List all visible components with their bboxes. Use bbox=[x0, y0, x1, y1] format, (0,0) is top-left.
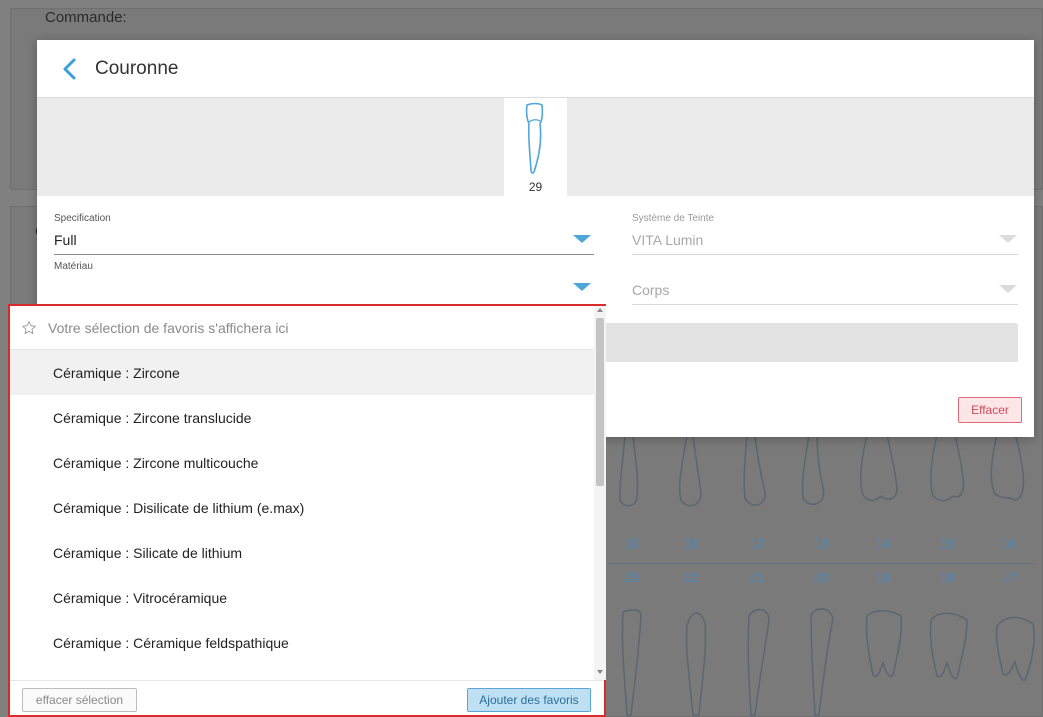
favorites-row: Votre sélection de favoris s'affichera i… bbox=[10, 306, 594, 350]
list-item[interactable]: Céramique : Vitrocéramique bbox=[10, 575, 594, 620]
tooth-number-label[interactable]: 20 bbox=[806, 570, 836, 585]
clear-button[interactable]: Effacer bbox=[958, 397, 1022, 423]
tooth-number-label[interactable]: 19 bbox=[868, 570, 898, 585]
scroll-thumb[interactable] bbox=[596, 318, 604, 486]
list-item[interactable]: Céramique : Zircone translucide bbox=[10, 395, 594, 440]
scrollbar[interactable] bbox=[594, 306, 606, 680]
tooth-number: 29 bbox=[528, 180, 543, 194]
list-item[interactable]: Céramique : Silicate de lithium bbox=[10, 530, 594, 575]
shade-system-chevron-down-icon[interactable] bbox=[999, 235, 1017, 243]
shade-system-underline bbox=[632, 254, 1018, 255]
scroll-up-icon[interactable] bbox=[597, 308, 603, 312]
material-dropdown: Votre sélection de favoris s'affichera i… bbox=[8, 304, 606, 717]
body-field[interactable]: Corps bbox=[632, 282, 669, 298]
star-icon[interactable] bbox=[14, 320, 44, 336]
specification-label: Specification bbox=[54, 213, 111, 224]
favorites-placeholder: Votre sélection de favoris s'affichera i… bbox=[48, 319, 289, 336]
scroll-down-icon[interactable] bbox=[597, 670, 603, 674]
notes-bar[interactable] bbox=[603, 323, 1018, 362]
tooth-number-label[interactable]: 13 bbox=[806, 536, 836, 551]
tooth-number-label[interactable]: 17 bbox=[994, 570, 1024, 585]
chart-divider bbox=[608, 563, 1034, 564]
specification-chevron-down-icon[interactable] bbox=[573, 235, 591, 243]
material-label: Matériau bbox=[54, 261, 93, 272]
selected-tooth[interactable]: 29 bbox=[504, 98, 567, 196]
shade-system-value[interactable]: VITA Lumin bbox=[632, 232, 703, 248]
body-underline bbox=[632, 304, 1018, 305]
tooth-icon bbox=[525, 102, 544, 174]
list-item[interactable]: Céramique : Zircone multicouche bbox=[10, 440, 594, 485]
clear-selection-button[interactable]: effacer sélection bbox=[22, 688, 137, 712]
list-item[interactable]: Céramique : Disilicate de lithium (e.max… bbox=[10, 485, 594, 530]
tooth-number-label[interactable]: 18 bbox=[932, 570, 962, 585]
shade-system-label: Système de Teinte bbox=[632, 213, 715, 224]
order-section-title: Commande: bbox=[45, 9, 127, 26]
add-favorites-button[interactable]: Ajouter des favoris bbox=[467, 688, 591, 712]
specification-value[interactable]: Full bbox=[54, 232, 77, 248]
body-chevron-down-icon[interactable] bbox=[999, 285, 1017, 293]
modal-header: Couronne bbox=[37, 40, 1034, 98]
tooth-number-label[interactable]: 15 bbox=[932, 536, 962, 551]
list-item[interactable]: Céramique : Céramique feldspathique bbox=[10, 620, 594, 665]
material-chevron-down-icon[interactable] bbox=[573, 283, 591, 291]
list-item[interactable]: Céramique : Zircone bbox=[10, 350, 594, 395]
chevron-left-icon[interactable] bbox=[49, 40, 89, 98]
selected-tooth-strip: 29 bbox=[37, 98, 1034, 196]
tooth-number-label[interactable]: 12 bbox=[742, 536, 772, 551]
modal-title: Couronne bbox=[95, 57, 179, 79]
tooth-number-label[interactable]: 23 bbox=[616, 570, 646, 585]
tooth-number-label[interactable]: 14 bbox=[868, 536, 898, 551]
tooth-number-label[interactable]: 11 bbox=[676, 536, 706, 551]
material-list: Céramique : Zircone Céramique : Zircone … bbox=[10, 350, 594, 680]
tooth-number-label[interactable]: 10 bbox=[616, 536, 646, 551]
dropdown-footer: effacer sélection Ajouter des favoris bbox=[10, 680, 604, 715]
tooth-number-label[interactable]: 22 bbox=[676, 570, 706, 585]
tooth-number-label[interactable]: 16 bbox=[994, 536, 1024, 551]
specification-underline bbox=[54, 254, 594, 255]
list-item[interactable]: Céramique : Hybride bbox=[10, 665, 594, 681]
tooth-number-label[interactable]: 21 bbox=[742, 570, 772, 585]
